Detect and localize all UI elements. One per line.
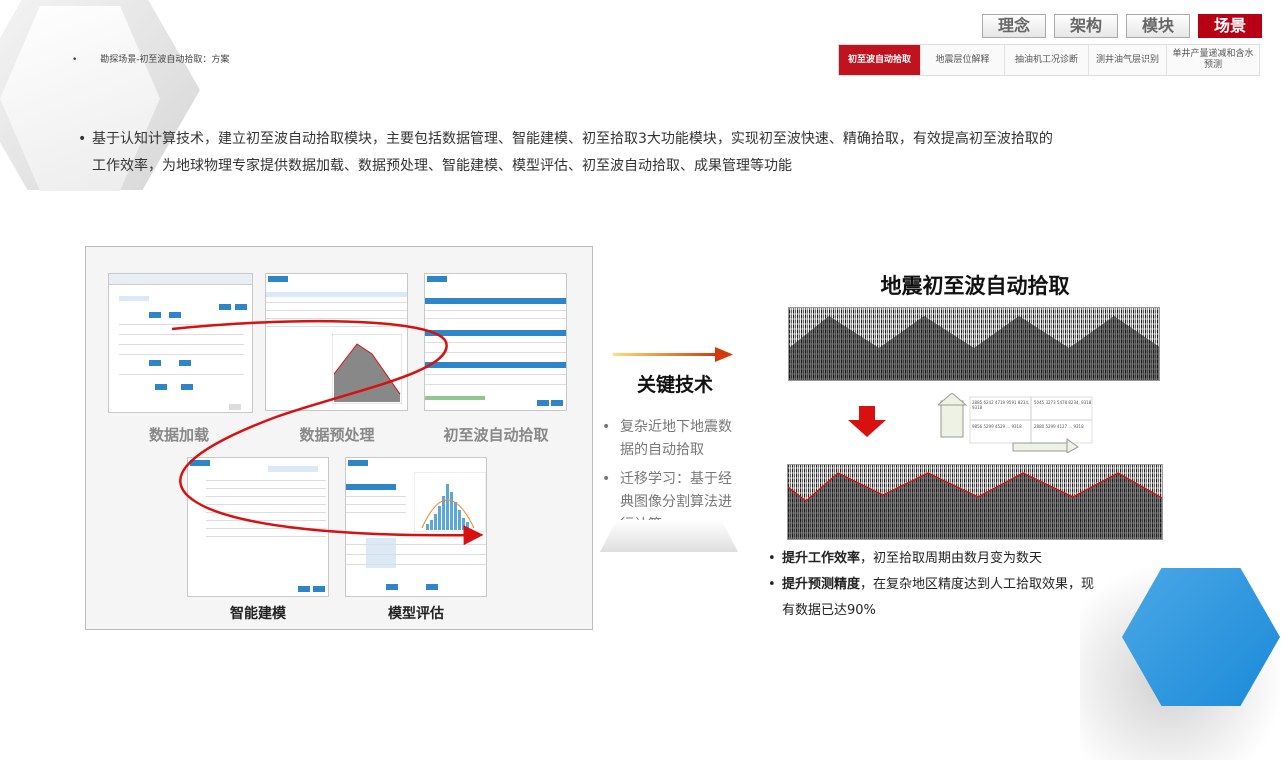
key-tech-title: 关键技术 [636, 374, 713, 396]
breadcrumb: • 勘探场景-初至波自动拾取：方案 [72, 52, 229, 65]
intro-bullet-icon: • [78, 131, 87, 147]
subtab-production[interactable]: 单井产量递减和含水预测 [1167, 45, 1259, 75]
subtab-logging[interactable]: 测井油气层识别 [1089, 45, 1167, 75]
tab-module[interactable]: 模块 [1126, 14, 1190, 38]
model-cell-1: 2885 6242 4719 9591 8234, 9318 [972, 400, 1030, 410]
result-2-text: ，在复杂地区精度达到人工拾取效果，现 [860, 577, 1095, 592]
intro-paragraph: • 基于认知计算技术，建立初至波自动拾取模块，主要包括数据管理、智能建模、初至拾… [78, 126, 1208, 180]
subtab-horizon[interactable]: 地震层位解释 [921, 45, 1005, 75]
bullet-icon: • [768, 577, 776, 592]
model-cell-3: 9856 5299 4529 ... 9318 [972, 424, 1022, 429]
seismic-raw-overlay [789, 316, 1159, 380]
results-list: • 提升工作效率，初至拾取周期由数月变为数天 • 提升预测精度，在复杂地区精度达… [768, 546, 1188, 624]
bullet-icon: • [768, 551, 776, 566]
result-item-2-cont: 有数据已达90% [768, 598, 1188, 624]
seismic-section-raw [788, 307, 1160, 381]
result-2-bold: 提升预测精度 [782, 577, 861, 592]
intro-line-1: 基于认知计算技术，建立初至波自动拾取模块，主要包括数据管理、智能建模、初至拾取3… [92, 131, 1053, 147]
decor-pedestal [600, 520, 738, 552]
result-2-text-cont: 有数据已达90% [782, 603, 876, 618]
result-item-1: • 提升工作效率，初至拾取周期由数月变为数天 [768, 546, 1188, 572]
seismic-picked-overlay [788, 472, 1162, 539]
key-tech-item-1: • 复杂近地下地震数据的自动拾取 [602, 416, 737, 462]
top-nav: 理念 架构 模块 场景 [982, 14, 1262, 38]
result-1-bold: 提升工作效率 [782, 551, 861, 566]
sub-nav: 初至波自动拾取 地震层位解释 抽油机工况诊断 测井油气层识别 单井产量递减和含水… [838, 44, 1260, 76]
result-item-2: • 提升预测精度，在复杂地区精度达到人工拾取效果，现 [768, 572, 1188, 598]
key-tech-item-1-text: 复杂近地下地震数据的自动拾取 [620, 419, 732, 458]
tab-architecture[interactable]: 架构 [1054, 14, 1118, 38]
breadcrumb-bullet-icon: • [72, 55, 78, 65]
tab-concept[interactable]: 理念 [982, 14, 1046, 38]
subtab-first-arrival[interactable]: 初至波自动拾取 [839, 45, 921, 75]
down-arrow-icon [848, 406, 886, 437]
result-1-text: ，初至拾取周期由数月变为数天 [860, 551, 1043, 566]
breadcrumb-text: 勘探场景-初至波自动拾取：方案 [100, 55, 230, 65]
seismic-section-picked [787, 464, 1163, 540]
right-title: 地震初至波自动拾取 [880, 274, 1070, 298]
bullet-icon: • [602, 419, 611, 435]
model-cell-2: 5045 3273 5478 8234, 9318 [1034, 400, 1092, 405]
workflow-panel: 数据加载 数据预处理 初至波自动拾取 智能建模 模型评估 [85, 246, 593, 630]
model-cell-4: 2880 5299 4127 ... 9318 [1034, 424, 1084, 429]
tab-scenario[interactable]: 场景 [1198, 14, 1262, 38]
intro-line-2: 工作效率，为地球物理专家提供数据加载、数据预处理、智能建模、模型评估、初至波自动… [92, 158, 792, 174]
subtab-pump[interactable]: 抽油机工况诊断 [1005, 45, 1089, 75]
workflow-flow-arrow [171, 319, 484, 546]
key-tech-arrow-icon [613, 347, 733, 362]
bullet-icon: • [602, 471, 611, 487]
